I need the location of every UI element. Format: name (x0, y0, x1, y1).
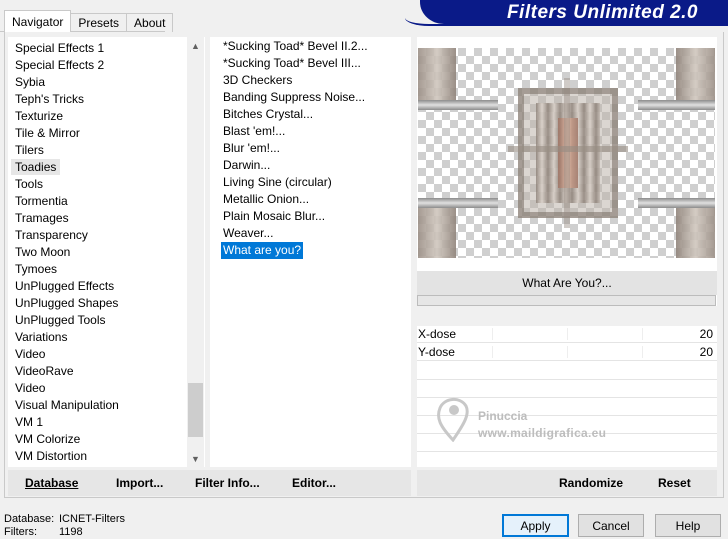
slider-value: 20 (699, 345, 713, 359)
filters-label: Filters: (4, 526, 37, 538)
filter-item[interactable]: Banding Suppress Noise... (221, 89, 367, 106)
scroll-up-icon[interactable]: ▲ (187, 37, 204, 54)
category-item[interactable]: VM Instant Art (11, 465, 94, 467)
slider-x-dose[interactable]: X-dose 20 (417, 326, 717, 343)
filter-item[interactable]: Darwin... (221, 157, 272, 174)
button-label: Randomize (559, 476, 624, 490)
watermark-name: Pinuccia (478, 409, 528, 423)
slider-label: X-dose (418, 327, 457, 341)
filter-info-button[interactable]: Filter Info... (195, 470, 260, 496)
cancel-button[interactable]: Cancel (578, 514, 644, 537)
help-button[interactable]: Help (655, 514, 721, 537)
category-item[interactable]: Transparency (11, 227, 92, 243)
slider-value: 20 (699, 327, 713, 341)
filter-preview-image (418, 48, 715, 258)
import-button[interactable]: Import... (116, 470, 163, 496)
category-item[interactable]: Texturize (11, 108, 67, 124)
category-item[interactable]: Two Moon (11, 244, 74, 260)
tab-label: Presets (78, 16, 120, 30)
category-item[interactable]: Special Effects 1 (11, 40, 108, 56)
category-item[interactable]: UnPlugged Tools (11, 312, 110, 328)
filter-item[interactable]: Blur 'em!... (221, 140, 282, 157)
category-item[interactable]: Variations (11, 329, 71, 345)
filter-item[interactable]: *Sucking Toad* Bevel III... (221, 55, 363, 72)
button-label: Help (675, 518, 701, 533)
filter-item[interactable]: Plain Mosaic Blur... (221, 208, 327, 225)
database-button[interactable]: Database (25, 470, 78, 496)
watermark: Pinuccia www.maildigrafica.eu (430, 392, 650, 442)
tab-strip: Navigator Presets About (4, 10, 174, 32)
category-item[interactable]: UnPlugged Effects (11, 278, 118, 294)
category-item[interactable]: Teph's Tricks (11, 91, 88, 107)
right-button-bar: Randomize Reset (417, 470, 717, 496)
filter-name: What Are You?... (522, 276, 612, 290)
button-label: Cancel (592, 518, 630, 533)
category-item[interactable]: Tormentia (11, 193, 72, 209)
editor-button[interactable]: Editor... (292, 470, 336, 496)
category-item[interactable]: UnPlugged Shapes (11, 295, 122, 311)
slider-y-dose[interactable]: Y-dose 20 (417, 344, 717, 361)
category-item[interactable]: Tile & Mirror (11, 125, 84, 141)
category-item[interactable]: Sybia (11, 74, 49, 90)
filter-item[interactable]: Blast 'em!... (221, 123, 287, 140)
left-button-bar: Database Import... Filter Info... Editor… (8, 470, 411, 496)
category-item[interactable]: Video (11, 380, 49, 396)
filters-count: 1198 (59, 526, 83, 538)
slider-empty-row (417, 451, 717, 452)
database-info: Database: ICNET-Filters Filters: 1198 (4, 513, 125, 539)
scroll-down-icon[interactable]: ▼ (187, 450, 204, 467)
slider-empty-row (417, 379, 717, 380)
tab-about[interactable]: About (126, 13, 174, 32)
filter-item[interactable]: Weaver... (221, 225, 275, 242)
category-item[interactable]: VM Colorize (11, 431, 84, 447)
filter-name-bar: What Are You?... (417, 271, 717, 295)
filter-item[interactable]: Metallic Onion... (221, 191, 311, 208)
filter-item[interactable]: *Sucking Toad* Bevel II.2... (221, 38, 370, 55)
database-value: ICNET-Filters (59, 513, 125, 525)
category-item[interactable]: VM Distortion (11, 448, 91, 464)
category-item[interactable]: Special Effects 2 (11, 57, 108, 73)
tab-label: Navigator (12, 14, 64, 29)
category-item[interactable]: Tramages (11, 210, 73, 226)
filter-item[interactable]: What are you? (221, 242, 304, 259)
category-item[interactable]: Tools (11, 176, 47, 192)
progress-bar (417, 295, 716, 306)
button-label: Import... (116, 476, 164, 490)
button-label: Reset (658, 476, 691, 490)
category-item[interactable]: Visual Manipulation (11, 397, 123, 413)
category-item[interactable]: Tilers (11, 142, 48, 158)
randomize-button[interactable]: Randomize (559, 470, 623, 496)
button-label: Filter Info... (195, 476, 260, 490)
app-title: Filters Unlimited 2.0 (506, 2, 698, 23)
watermark-url: www.maildigrafica.eu (478, 426, 607, 440)
button-label: Database (25, 476, 79, 490)
category-item[interactable]: Video (11, 346, 49, 362)
tab-label: About (134, 16, 166, 30)
slider-label: Y-dose (418, 345, 455, 359)
database-label: Database: (4, 513, 55, 525)
category-item[interactable]: VideoRave (11, 363, 78, 379)
scrollbar-thumb[interactable] (188, 383, 203, 437)
category-item[interactable]: Tymoes (11, 261, 61, 277)
category-item[interactable]: VM 1 (11, 414, 47, 430)
watermark-logo-icon (437, 398, 469, 442)
filter-item[interactable]: 3D Checkers (221, 72, 294, 89)
tab-presets[interactable]: Presets (70, 13, 128, 32)
category-item[interactable]: Toadies (11, 159, 61, 175)
filter-list[interactable]: *Sucking Toad* Bevel II.2... *Sucking Toa… (210, 37, 411, 467)
apply-button[interactable]: Apply (502, 514, 569, 537)
category-scrollbar[interactable]: ▲ ▼ (187, 37, 204, 467)
filter-item[interactable]: Living Sine (circular) (221, 174, 334, 191)
filter-item[interactable]: Bitches Crystal... (221, 106, 315, 123)
button-label: Apply (520, 518, 551, 533)
category-list[interactable]: Special Effects 1 Special Effects 2 Sybia T… (8, 37, 205, 467)
tab-navigator[interactable]: Navigator (4, 10, 72, 32)
app-banner: Filters Unlimited 2.0 (420, 0, 728, 24)
reset-button[interactable]: Reset (658, 470, 691, 496)
button-label: Editor... (292, 476, 337, 490)
parameter-header (417, 306, 717, 326)
